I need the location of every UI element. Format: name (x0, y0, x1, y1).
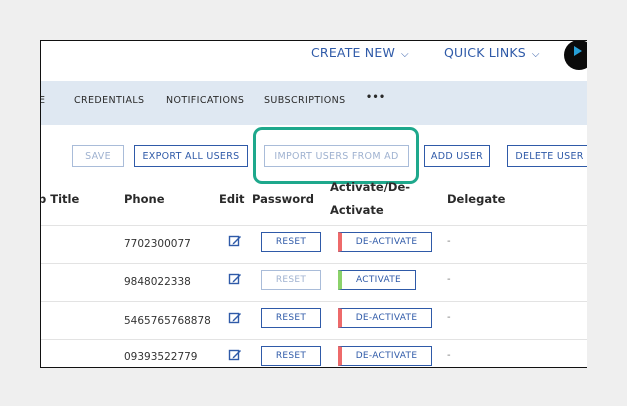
create-new-label: CREATE NEW (311, 45, 396, 60)
import-highlight-box (253, 127, 419, 184)
nav-item-credentials[interactable]: CREDENTIALS (74, 95, 145, 106)
brand-logo-icon[interactable] (564, 41, 587, 70)
row-divider (41, 339, 587, 340)
activate-button[interactable]: ACTIVATE (338, 270, 416, 290)
app-window: CREATE NEW ⌵ QUICK LINKS ⌵ E CREDENTIALS N… (40, 40, 587, 368)
nav-item-notifications[interactable]: NOTIFICATIONS (166, 95, 244, 106)
quick-links-label: QUICK LINKS (444, 45, 526, 60)
column-header-activate-line2: Activate (330, 203, 384, 217)
delegate-value: - (447, 350, 451, 361)
top-bar: CREATE NEW ⌵ QUICK LINKS ⌵ (41, 41, 587, 81)
table-row-phone: 5465765768878 (124, 315, 211, 327)
nav-item-partial[interactable]: E (41, 95, 45, 106)
table-row-phone: 09393522779 (124, 351, 198, 363)
deactivate-button[interactable]: DE-ACTIVATE (338, 308, 432, 328)
nav-item-subscriptions[interactable]: SUBSCRIPTIONS (264, 95, 346, 106)
export-all-users-button[interactable]: EXPORT ALL USERS (134, 145, 248, 167)
column-header-phone: Phone (124, 192, 165, 206)
row-divider (41, 225, 587, 226)
row-divider (41, 301, 587, 302)
delete-user-button[interactable]: DELETE USER (507, 145, 587, 167)
add-user-button[interactable]: ADD USER (424, 145, 490, 167)
delegate-value: - (447, 274, 451, 285)
quick-links-menu[interactable]: QUICK LINKS ⌵ (444, 45, 540, 60)
column-header-edit: Edit (219, 192, 245, 206)
reset-password-button[interactable]: RESET (261, 346, 321, 366)
chevron-down-icon: ⌵ (531, 49, 540, 60)
nav-bar: E CREDENTIALS NOTIFICATIONS SUBSCRIPTION… (41, 81, 587, 125)
delegate-value: - (447, 236, 451, 247)
create-new-menu[interactable]: CREATE NEW ⌵ (311, 45, 409, 60)
table-row-phone: 7702300077 (124, 238, 191, 250)
column-header-delegate: Delegate (447, 192, 506, 206)
reset-password-button[interactable]: RESET (261, 232, 321, 252)
reset-password-button[interactable]: RESET (261, 308, 321, 328)
deactivate-button[interactable]: DE-ACTIVATE (338, 232, 432, 252)
delegate-value: - (447, 312, 451, 323)
chevron-down-icon: ⌵ (401, 49, 409, 60)
column-header-activate-line1: Activate/De- (330, 180, 411, 194)
deactivate-button[interactable]: DE-ACTIVATE (338, 346, 432, 366)
edit-icon[interactable] (228, 311, 242, 325)
column-header-password: Password (252, 192, 314, 206)
more-icon[interactable]: ••• (366, 92, 385, 103)
edit-icon[interactable] (228, 234, 242, 248)
save-button[interactable]: SAVE (72, 145, 124, 167)
edit-icon[interactable] (228, 348, 242, 362)
edit-icon[interactable] (228, 272, 242, 286)
row-divider (41, 263, 587, 264)
table-row-phone: 9848022338 (124, 276, 191, 288)
reset-password-button[interactable]: RESET (261, 270, 321, 290)
column-header-title: b Title (40, 192, 80, 206)
